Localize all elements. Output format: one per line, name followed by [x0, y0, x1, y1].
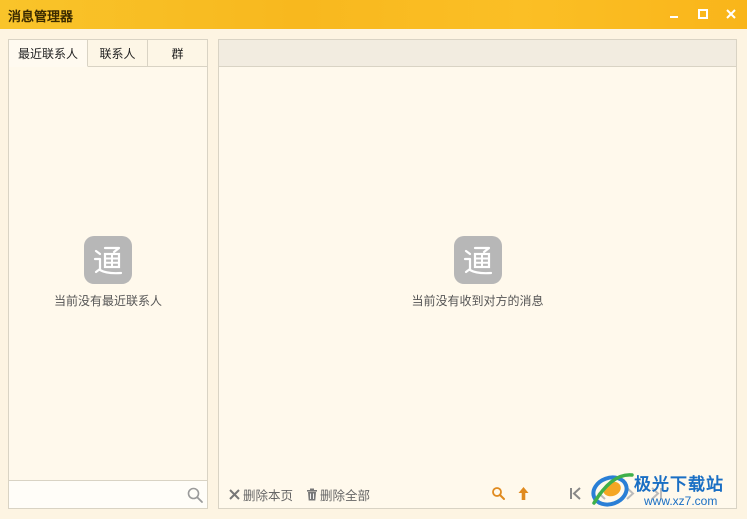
contacts-tabs: 最近联系人 联系人 群	[9, 40, 207, 67]
window-title: 消息管理器	[8, 10, 74, 25]
close-icon	[726, 9, 736, 19]
last-page-icon[interactable]	[649, 486, 663, 501]
next-page-icon[interactable]	[623, 486, 637, 501]
prev-page-icon[interactable]	[595, 486, 609, 501]
x-icon	[229, 488, 240, 500]
title-bar: 消息管理器	[0, 0, 747, 29]
tong-logo-icon	[84, 236, 132, 284]
minimize-button[interactable]	[665, 5, 683, 23]
messages-empty-text: 当前没有收到对方的消息	[411, 294, 544, 308]
delete-all-button[interactable]: 删除全部	[306, 484, 370, 504]
tab-contacts[interactable]: 联系人	[88, 40, 148, 67]
search-messages-icon[interactable]	[491, 486, 506, 501]
search-icon[interactable]	[186, 486, 204, 504]
delete-page-button[interactable]: 删除本页	[228, 484, 293, 504]
recent-contacts-empty-text: 当前没有最近联系人	[53, 294, 162, 308]
first-page-icon[interactable]	[569, 486, 583, 501]
minimize-icon	[670, 16, 678, 18]
close-button[interactable]	[722, 5, 740, 23]
messages-header	[219, 40, 736, 67]
messages-panel: 当前没有收到对方的消息 删除本页 删除全部	[218, 39, 737, 509]
tab-recent-contacts[interactable]: 最近联系人	[9, 40, 88, 67]
contact-search-box	[9, 480, 207, 508]
tab-groups[interactable]: 群	[148, 40, 207, 67]
trash-icon	[307, 488, 317, 500]
maximize-button[interactable]	[694, 5, 712, 23]
delete-all-label: 删除全部	[320, 487, 371, 503]
delete-page-label: 删除本页	[243, 487, 294, 503]
messages-toolbar: 删除本页 删除全部	[219, 480, 736, 508]
contact-search-input[interactable]	[13, 485, 181, 505]
recent-contacts-empty-state: 当前没有最近联系人	[49, 236, 167, 309]
contacts-panel: 最近联系人 联系人 群 当前没有最近联系人	[8, 39, 208, 509]
tong-logo-icon	[453, 236, 502, 284]
messages-empty-state: 当前没有收到对方的消息	[399, 236, 556, 309]
arrow-up-icon[interactable]	[517, 486, 530, 501]
maximize-icon	[698, 9, 708, 19]
